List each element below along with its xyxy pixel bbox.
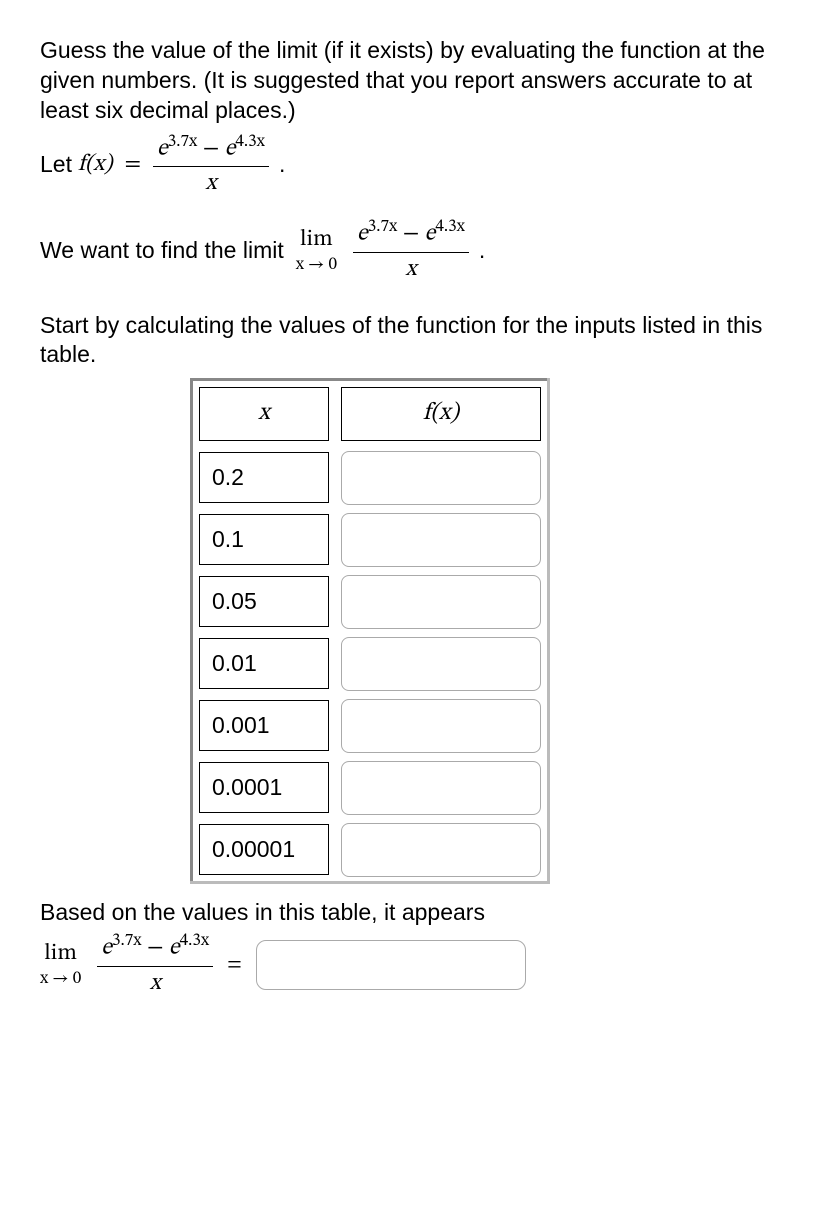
table-row: 0.0001 — [192, 757, 549, 819]
x-value: 0.01 — [199, 638, 329, 690]
table-row: 0.2 — [192, 447, 549, 509]
x-value: 0.00001 — [199, 824, 329, 876]
equals-sign: = — [118, 150, 147, 180]
exp2c: 4.3x — [180, 933, 210, 950]
table-row: 0.05 — [192, 571, 549, 633]
function-fraction: e3.7x − e4.3x x — [153, 132, 269, 199]
denominator-c: x — [97, 967, 213, 999]
limit-operator: lim x → 0 — [296, 225, 337, 277]
exp2b: 4.3x — [435, 219, 465, 236]
fx-symbol: f(x) — [78, 150, 113, 180]
minus-sign: − — [203, 137, 225, 160]
table-row: 0.001 — [192, 695, 549, 757]
fx-input[interactable] — [341, 637, 541, 691]
final-limit-line: lim x → 0 e3.7x − e4.3x x = — [40, 931, 788, 998]
lim-top: lim — [296, 225, 337, 255]
want-text: We want to find the limit — [40, 236, 284, 266]
denominator: x — [153, 167, 269, 199]
table-row: 0.1 — [192, 509, 549, 571]
table-row: 0.00001 — [192, 819, 549, 883]
period: . — [275, 150, 285, 180]
exp1b: 3.7x — [368, 219, 398, 236]
fx-input[interactable] — [341, 513, 541, 567]
table-row: 0.01 — [192, 633, 549, 695]
limit-answer-input[interactable] — [256, 940, 526, 990]
lim-bottom: x → 0 — [296, 255, 337, 277]
exp1c: 3.7x — [112, 933, 142, 950]
equals-final: = — [219, 948, 250, 982]
let-label: Let — [40, 150, 72, 180]
exp1: 3.7x — [168, 134, 198, 151]
fx-input[interactable] — [341, 823, 541, 877]
x-value: 0.05 — [199, 576, 329, 628]
conclusion-intro: Based on the values in this table, it ap… — [40, 898, 788, 928]
limit-fraction: e3.7x − e4.3x x — [353, 217, 469, 284]
x-value: 0.001 — [199, 700, 329, 752]
period-b: . — [475, 236, 485, 266]
x-value: 0.2 — [199, 452, 329, 504]
final-limit-operator: lim x → 0 — [40, 939, 81, 991]
fx-input[interactable] — [341, 575, 541, 629]
x-value: 0.1 — [199, 514, 329, 566]
values-table: x f(x) 0.2 0.1 0.05 0.01 0.001 0.0001 0.00001 — [190, 378, 550, 883]
fx-input[interactable] — [341, 451, 541, 505]
final-fraction: e3.7x − e4.3x x — [97, 931, 213, 998]
want-limit-line: We want to find the limit lim x → 0 e3.7… — [40, 217, 788, 284]
problem-prompt: Guess the value of the limit (if it exis… — [40, 36, 788, 126]
minus-sign-c: − — [147, 937, 169, 960]
exp2: 4.3x — [235, 134, 265, 151]
fx-input[interactable] — [341, 761, 541, 815]
col-header-x: x — [199, 387, 329, 440]
denominator-b: x — [353, 253, 469, 285]
lim-bottom-2: x → 0 — [40, 969, 81, 991]
lim-top-2: lim — [40, 939, 81, 969]
table-intro: Start by calculating the values of the f… — [40, 311, 788, 371]
x-value: 0.0001 — [199, 762, 329, 814]
definition-line: Let f(x) = e3.7x − e4.3x x . — [40, 132, 788, 199]
minus-sign-b: − — [403, 223, 425, 246]
fx-input[interactable] — [341, 699, 541, 753]
col-header-fx: f(x) — [341, 387, 541, 440]
